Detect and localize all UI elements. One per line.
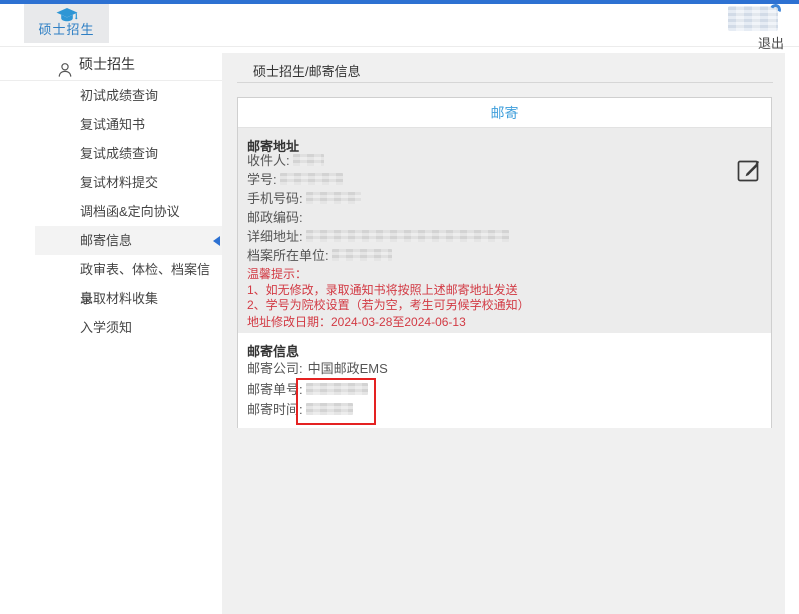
shipping-company-value: 中国邮政EMS	[308, 361, 388, 376]
sidebar-item-label: 调档函&定向协议	[80, 204, 180, 219]
sidebar-item-label: 初试成绩查询	[80, 88, 158, 103]
field-label: 学号:	[247, 172, 277, 187]
red-highlight-box	[296, 378, 376, 425]
field-row-archive-unit: 档案所在单位:	[247, 249, 392, 263]
main-area: 硕士招生/邮寄信息 邮寄 邮寄地址 收件人: 学号: 手机号码: 邮政编码:	[222, 53, 785, 614]
redacted-value	[332, 249, 392, 261]
divider	[237, 82, 773, 83]
mailing-card: 邮寄 邮寄地址 收件人: 学号: 手机号码: 邮政编码: 详细地址:	[237, 97, 772, 428]
redacted-value	[306, 192, 361, 204]
shipping-info-title: 邮寄信息	[247, 341, 299, 360]
selected-arrow-icon	[213, 236, 220, 246]
sidebar-item-label: 入学须知	[80, 320, 132, 335]
field-label: 邮寄时间:	[247, 402, 303, 417]
field-row-recipient: 收件人:	[247, 154, 324, 168]
sidebar-item-label: 复试通知书	[80, 117, 145, 132]
sidebar-item-label: 录取材料收集	[80, 291, 158, 306]
top-bar: 硕士招生 退出	[0, 4, 799, 47]
field-row-postcode: 邮政编码:	[247, 211, 303, 225]
graduation-cap-icon	[24, 4, 109, 22]
field-row-phone: 手机号码:	[247, 192, 361, 206]
field-label: 收件人:	[247, 153, 290, 168]
sidebar-item-political-review[interactable]: 政审表、体检、档案信息	[0, 255, 222, 284]
field-row-address: 详细地址:	[247, 230, 509, 244]
field-label: 邮政编码:	[247, 210, 303, 225]
sidebar-item-archive-agreement[interactable]: 调档函&定向协议	[0, 197, 222, 226]
sidebar-item-first-exam-scores[interactable]: 初试成绩查询	[0, 81, 222, 110]
tab-row: 邮寄	[238, 98, 771, 128]
sidebar-item-enrollment-notes[interactable]: 入学须知	[0, 313, 222, 342]
mailing-address-section: 邮寄地址 收件人: 学号: 手机号码: 邮政编码: 详细地址: 档案所在单位:	[238, 128, 771, 333]
sidebar-item-retest-scores[interactable]: 复试成绩查询	[0, 139, 222, 168]
app-window: 硕士招生 退出 硕士招生 初试成绩查询 复试通知书 复试成绩查询 复试材料提交 …	[0, 0, 799, 614]
sidebar-item-retest-materials[interactable]: 复试材料提交	[0, 168, 222, 197]
sidebar-item-label: 复试材料提交	[80, 175, 158, 190]
sidebar-item-admission-materials[interactable]: 录取材料收集	[0, 284, 222, 313]
sidebar-title: 硕士招生	[79, 47, 135, 81]
avatar-arc-icon	[769, 3, 783, 17]
sidebar: 硕士招生 初试成绩查询 复试通知书 复试成绩查询 复试材料提交 调档函&定向协议…	[0, 47, 222, 614]
breadcrumb: 硕士招生/邮寄信息	[253, 61, 361, 80]
field-label: 详细地址:	[247, 229, 303, 244]
address-edit-date-note: 地址修改日期：2024-03-28至2024-06-13	[247, 315, 466, 329]
logout-button[interactable]: 退出	[758, 33, 784, 52]
field-row-student-id: 学号:	[247, 173, 343, 187]
tips-title: 温馨提示：	[247, 267, 307, 281]
redacted-value	[306, 230, 509, 242]
tab-mailing[interactable]: 邮寄	[491, 105, 519, 121]
field-label: 邮寄公司:	[247, 361, 303, 376]
field-label: 手机号码:	[247, 191, 303, 206]
logo-label: 硕士招生	[24, 22, 109, 37]
field-label: 档案所在单位:	[247, 248, 329, 263]
sidebar-item-mailing-info[interactable]: 邮寄信息	[35, 226, 222, 255]
sidebar-item-label: 邮寄信息	[80, 233, 132, 248]
tip-line-2: 2、学号为院校设置（若为空，考生可另候学校通知）	[247, 298, 530, 312]
shipping-company-row: 邮寄公司: 中国邮政EMS	[247, 362, 388, 376]
sidebar-item-retest-notice[interactable]: 复试通知书	[0, 110, 222, 139]
edit-address-button[interactable]	[736, 156, 762, 183]
field-label: 邮寄单号:	[247, 382, 303, 397]
tip-line-1: 1、如无修改，录取通知书将按照上述邮寄地址发送	[247, 283, 518, 297]
logo[interactable]: 硕士招生	[24, 4, 109, 43]
sidebar-header: 硕士招生	[0, 47, 222, 81]
redacted-value	[280, 173, 343, 185]
sidebar-menu: 初试成绩查询 复试通知书 复试成绩查询 复试材料提交 调档函&定向协议 邮寄信息…	[0, 81, 222, 342]
user-name-redacted	[728, 6, 778, 31]
redacted-value	[293, 154, 324, 166]
shipping-info-section: 邮寄信息 邮寄公司: 中国邮政EMS 邮寄单号: 邮寄时间:	[238, 333, 771, 428]
sidebar-item-label: 复试成绩查询	[80, 146, 158, 161]
